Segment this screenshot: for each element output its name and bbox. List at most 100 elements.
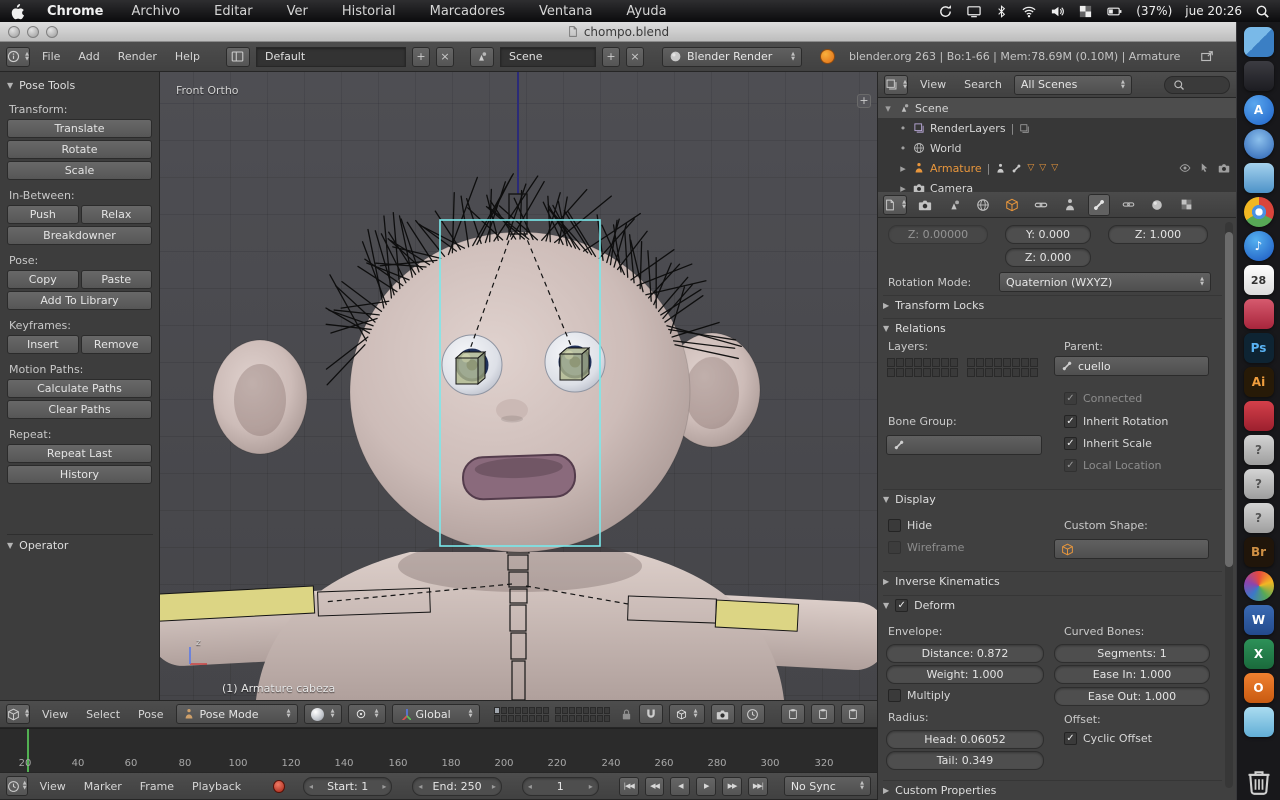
frame-menu[interactable]: Frame — [134, 780, 180, 793]
layer-toggle[interactable] — [508, 707, 514, 714]
editor-type-button[interactable] — [884, 75, 908, 95]
opengl-render-anim-button[interactable] — [741, 704, 765, 724]
layer-toggle[interactable] — [590, 707, 596, 714]
pivot-point-select[interactable] — [348, 704, 386, 724]
custom-properties-panel-header[interactable]: Custom Properties — [883, 780, 1222, 798]
scene-field[interactable]: Scene — [500, 47, 596, 67]
layer-toggle[interactable] — [569, 707, 575, 714]
snap-element-select[interactable] — [669, 704, 705, 724]
push-button[interactable]: Push — [7, 205, 79, 224]
tab-render[interactable] — [914, 194, 936, 216]
dock-missing-app[interactable]: ? — [1244, 435, 1274, 465]
layer-toggle[interactable] — [529, 707, 535, 714]
outliner-row-renderlayers[interactable]: RenderLayers | — [878, 118, 1236, 138]
layer-toggle[interactable] — [976, 368, 984, 377]
rotation-z-field[interactable]: Z: 0.000 — [1005, 248, 1091, 267]
layer-toggle[interactable] — [543, 707, 549, 714]
sync-icon[interactable] — [938, 4, 953, 19]
history-button[interactable]: History — [7, 465, 152, 484]
play-button[interactable]: ▶ — [696, 777, 716, 796]
multiply-checkbox[interactable]: Multiply — [888, 689, 950, 702]
layer-toggle[interactable] — [914, 368, 922, 377]
ease-in-field[interactable]: Ease In: 1.000 — [1054, 665, 1210, 684]
bone-layers-grid-b[interactable] — [967, 358, 1038, 377]
custom-shape-select[interactable] — [1054, 539, 1209, 559]
armature-data-icon[interactable] — [1011, 163, 1022, 174]
layer-toggle[interactable] — [887, 368, 895, 377]
layer-toggle[interactable] — [985, 358, 993, 367]
right-eye-target-bone[interactable] — [560, 348, 589, 380]
zoom-button[interactable] — [46, 26, 58, 38]
tab-world[interactable] — [972, 194, 994, 216]
layer-toggle[interactable] — [994, 368, 1002, 377]
tab-bone-constraints[interactable] — [1117, 194, 1139, 216]
layer-toggle[interactable] — [604, 707, 610, 714]
inherit-scale-checkbox[interactable]: Inherit Scale — [1064, 437, 1152, 450]
dock-itunes[interactable]: ♪ — [1244, 231, 1274, 261]
relations-panel-header[interactable]: Relations — [883, 318, 1222, 336]
layer-toggle[interactable] — [976, 358, 984, 367]
layer-toggle[interactable] — [515, 707, 521, 714]
start-frame-field[interactable]: Start: 1 — [303, 777, 392, 796]
copy-pose-button[interactable]: Copy — [7, 270, 79, 289]
dock-missing-app[interactable]: ? — [1244, 469, 1274, 499]
file-menu[interactable]: File — [36, 50, 66, 63]
hide-checkbox[interactable]: Hide — [888, 519, 932, 532]
apple-icon[interactable] — [10, 3, 25, 20]
clear-paths-button[interactable]: Clear Paths — [7, 400, 152, 419]
operator-panel-header[interactable]: Operator — [7, 534, 153, 552]
layer-toggle[interactable] — [501, 715, 507, 722]
restrict-render-camera-icon[interactable] — [1218, 162, 1230, 174]
view-menu[interactable]: View — [914, 78, 952, 91]
layer-toggle[interactable] — [555, 715, 561, 722]
layer-toggle[interactable] — [923, 368, 931, 377]
deform-panel-header[interactable]: Deform — [883, 595, 1222, 613]
current-frame-field[interactable]: 1 — [522, 777, 599, 796]
scale-button[interactable]: Scale — [7, 161, 152, 180]
previous-keyframe-button[interactable]: ◀◀ — [645, 777, 665, 796]
next-keyframe-button[interactable]: ▶▶ — [722, 777, 742, 796]
layer-toggle[interactable] — [1003, 358, 1011, 367]
volume-icon[interactable] — [1050, 4, 1065, 19]
layer-toggle[interactable] — [562, 707, 568, 714]
dock-messages[interactable] — [1244, 707, 1274, 737]
dock-safari[interactable] — [1244, 129, 1274, 159]
app-menu[interactable]: Chrome — [47, 4, 104, 19]
add-scene-button[interactable]: + — [602, 47, 620, 67]
menu-ver[interactable]: Ver — [281, 4, 314, 19]
input-menu-icon[interactable] — [1078, 4, 1093, 19]
display-scope-select[interactable]: All Scenes — [1014, 75, 1132, 95]
tab-scene[interactable] — [943, 194, 965, 216]
layer-toggle[interactable] — [950, 368, 958, 377]
layer-toggle[interactable] — [950, 358, 958, 367]
layer-toggle[interactable] — [1030, 368, 1038, 377]
layer-toggle[interactable] — [967, 368, 975, 377]
dock-dark-app[interactable] — [1244, 61, 1274, 91]
segments-field[interactable]: Segments: 1 — [1054, 644, 1210, 663]
layer-toggle[interactable] — [985, 368, 993, 377]
restrict-view-eye-icon[interactable] — [1179, 162, 1191, 174]
layer-toggle[interactable] — [1012, 358, 1020, 367]
paste-pose-icon-button[interactable] — [811, 704, 835, 724]
outliner-row-armature[interactable]: Armature | ▽ ▽ ▽ — [878, 158, 1236, 178]
layer-toggle[interactable] — [932, 358, 940, 367]
viewport-3d[interactable]: Front Ortho (1) Armature cabeza z + — [160, 72, 877, 700]
viewport-canvas[interactable] — [160, 72, 877, 700]
view-menu[interactable]: View — [34, 780, 72, 793]
dock-calendar[interactable]: 28 — [1244, 265, 1274, 295]
layer-toggle[interactable] — [941, 368, 949, 377]
help-menu[interactable]: Help — [169, 50, 206, 63]
layer-toggle[interactable] — [529, 715, 535, 722]
bone-group-select[interactable] — [886, 435, 1042, 455]
paste-flipped-pose-icon-button[interactable] — [841, 704, 865, 724]
inherit-rotation-checkbox[interactable]: Inherit Rotation — [1064, 415, 1168, 428]
dock-powerpoint[interactable]: O — [1244, 673, 1274, 703]
layer-toggle[interactable] — [555, 707, 561, 714]
layer-toggle[interactable] — [905, 368, 913, 377]
menu-editar[interactable]: Editar — [208, 4, 259, 19]
layer-toggle[interactable] — [562, 715, 568, 722]
layer-toggle[interactable] — [941, 358, 949, 367]
minimize-button[interactable] — [27, 26, 39, 38]
right-shoulder-bone[interactable] — [715, 600, 798, 631]
envelope-weight-field[interactable]: Weight: 1.000 — [886, 665, 1044, 684]
